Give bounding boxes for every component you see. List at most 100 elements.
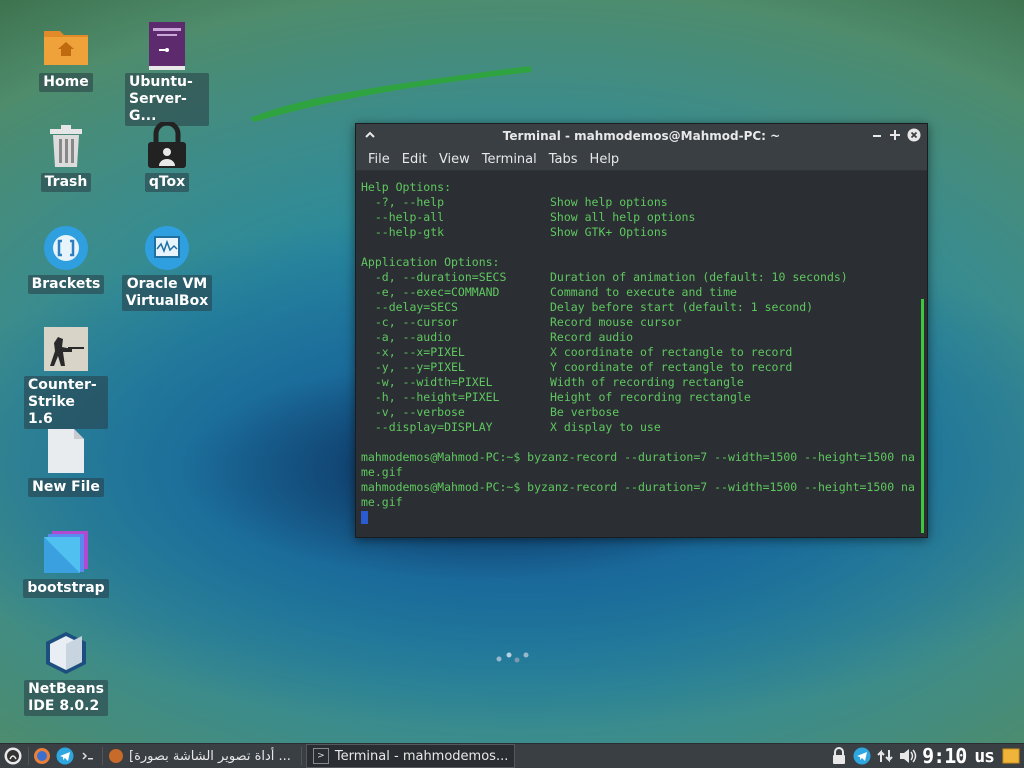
terminal-titlebar[interactable]: Terminal - mahmodemos@Mahmod-PC: ~ xyxy=(356,124,927,148)
close-icon[interactable] xyxy=(906,127,922,143)
terminal-line: --help-all Show all help options xyxy=(361,210,927,225)
option-flag: -y, --y=PIXEL xyxy=(361,360,465,374)
terminal-line: -h, --height=PIXEL Height of recording re… xyxy=(361,390,927,405)
option-flag: --help-all xyxy=(361,210,445,224)
wallpaper-streak xyxy=(250,66,532,122)
option-flag: -c, --cursor xyxy=(361,315,458,329)
trash-icon xyxy=(42,122,90,170)
option-description: Record mouse cursor xyxy=(550,315,682,329)
desktop-icon-qtox[interactable]: qTox xyxy=(125,122,209,192)
desktop-icon-new-file[interactable]: New File xyxy=(24,427,108,497)
option-flag: -w, --width=PIXEL xyxy=(361,375,493,389)
whisker-menu-icon[interactable] xyxy=(3,746,23,766)
show-desktop-icon[interactable] xyxy=(1001,746,1021,766)
network-icon[interactable] xyxy=(875,746,895,766)
keyboard-layout[interactable]: us xyxy=(974,746,995,767)
terminal-scrollbar[interactable] xyxy=(921,299,924,533)
option-description: X display to use xyxy=(550,420,661,434)
desktop-icon-label: NetBeans IDE 8.0.2 xyxy=(24,680,108,716)
lock-icon[interactable] xyxy=(829,746,849,766)
option-description: Width of recording rectangle xyxy=(550,375,744,389)
brackets-icon xyxy=(42,224,90,272)
desktop-icon-label: Counter- Strike 1.6 xyxy=(24,376,108,429)
task-label: Terminal - mahmodemos... xyxy=(334,748,509,764)
desktop-icon-counter-strike[interactable]: Counter- Strike 1.6 xyxy=(24,325,108,429)
terminal-line: --help-gtk Show GTK+ Options xyxy=(361,225,927,240)
desktop-icon-label: Ubuntu- Server-G... xyxy=(125,73,209,126)
terminal-line: Application Options: xyxy=(361,255,500,269)
terminal-output[interactable]: Help Options: -?, --help Show help option… xyxy=(356,171,927,537)
bootstrap-folder-icon xyxy=(42,528,90,576)
telegram-tray-icon[interactable] xyxy=(852,746,872,766)
desktop-icon-trash[interactable]: Trash xyxy=(24,122,108,192)
option-flag: --help-gtk xyxy=(361,225,445,239)
option-description: Y coordinate of rectangle to record xyxy=(550,360,793,374)
text-cursor xyxy=(361,511,368,524)
menu-view[interactable]: View xyxy=(433,152,476,167)
netbeans-cube-icon xyxy=(42,629,90,677)
option-flag: -a, --audio xyxy=(361,330,452,344)
volume-icon[interactable] xyxy=(898,746,918,766)
web-browser-icon[interactable] xyxy=(32,746,52,766)
option-description: X coordinate of rectangle to record xyxy=(550,345,793,359)
taskbar: [أداة تصوير الشاشة بصورة ... > Terminal … xyxy=(0,743,1024,768)
terminal-menubar: File Edit View Terminal Tabs Help xyxy=(356,148,927,171)
menu-tabs[interactable]: Tabs xyxy=(543,152,584,167)
minimize-icon[interactable] xyxy=(869,127,885,143)
option-flag: --display=DISPLAY xyxy=(361,420,493,434)
terminal-line: mahmodemos@Mahmod-PC:~$ byzanz-record --… xyxy=(361,450,915,464)
window-title: Terminal - mahmodemos@Mahmod-PC: ~ xyxy=(502,129,781,143)
task-label: [أداة تصوير الشاشة بصورة ... xyxy=(129,748,291,764)
terminal-task-icon: > xyxy=(312,748,329,764)
desktop-icon-label: Trash xyxy=(40,173,92,192)
desktop-icon-ubuntu-server[interactable]: Ubuntu- Server-G... xyxy=(125,22,209,126)
terminal-line: -c, --cursor Record mouse cursor xyxy=(361,315,927,330)
terminal-line: --display=DISPLAY X display to use xyxy=(361,420,927,435)
option-description: Command to execute and time xyxy=(550,285,737,299)
menu-terminal[interactable]: Terminal xyxy=(476,152,543,167)
desktop-icon-virtualbox[interactable]: Oracle VM VirtualBox xyxy=(121,224,213,311)
terminal-launcher-icon[interactable] xyxy=(78,746,98,766)
menu-file[interactable]: File xyxy=(362,152,396,167)
desktop-icon-label: Home xyxy=(39,73,93,92)
desktop-icon-label: New File xyxy=(28,478,104,497)
qtox-lock-icon xyxy=(143,122,191,170)
option-flag: --delay=SECS xyxy=(361,300,458,314)
option-description: Height of recording rectangle xyxy=(550,390,751,404)
menu-help[interactable]: Help xyxy=(584,152,626,167)
task-screenshot-tool[interactable]: [أداة تصوير الشاشة بصورة ... xyxy=(103,745,297,767)
telegram-icon[interactable] xyxy=(55,746,75,766)
home-folder-icon xyxy=(42,22,90,70)
file-icon xyxy=(42,427,90,475)
terminal-line: -?, --help Show help options xyxy=(361,195,927,210)
option-description: Show all help options xyxy=(550,210,696,224)
terminal-line: -w, --width=PIXEL Width of recording rect… xyxy=(361,375,927,390)
terminal-line: me.gif xyxy=(361,465,403,479)
terminal-line: -e, --exec=COMMAND Command to execute and… xyxy=(361,285,927,300)
menu-edit[interactable]: Edit xyxy=(396,152,433,167)
desktop-icon-label: Oracle VM VirtualBox xyxy=(121,275,213,311)
terminal-line: -x, --x=PIXEL X coordinate of rectangle t… xyxy=(361,345,927,360)
maximize-icon[interactable] xyxy=(887,127,903,143)
option-description: Show help options xyxy=(550,195,668,209)
terminal-line: mahmodemos@Mahmod-PC:~$ byzanz-record --… xyxy=(361,480,915,494)
desktop-icon-bootstrap[interactable]: bootstrap xyxy=(23,528,109,598)
desktop-icon-label: bootstrap xyxy=(23,579,109,598)
desktop-icon-brackets[interactable]: Brackets xyxy=(24,224,108,294)
option-flag: -e, --exec=COMMAND xyxy=(361,285,500,299)
terminal-line: -d, --duration=SECS Duration of animation… xyxy=(361,270,927,285)
terminal-line: -y, --y=PIXEL Y coordinate of rectangle t… xyxy=(361,360,927,375)
option-description: Record audio xyxy=(550,330,634,344)
task-terminal[interactable]: > Terminal - mahmodemos... xyxy=(305,744,516,768)
terminal-line: Help Options: xyxy=(361,180,452,194)
counter-strike-icon xyxy=(42,325,90,373)
clock[interactable]: 9:10 xyxy=(922,744,967,768)
option-flag: -x, --x=PIXEL xyxy=(361,345,465,359)
desktop-icon-netbeans[interactable]: NetBeans IDE 8.0.2 xyxy=(24,629,108,716)
terminal-window[interactable]: Terminal - mahmodemos@Mahmod-PC: ~ File … xyxy=(355,123,928,538)
option-description: Delay before start (default: 1 second) xyxy=(550,300,814,314)
desktop-icon-home[interactable]: Home xyxy=(24,22,108,92)
option-description: Duration of animation (default: 10 secon… xyxy=(550,270,848,284)
